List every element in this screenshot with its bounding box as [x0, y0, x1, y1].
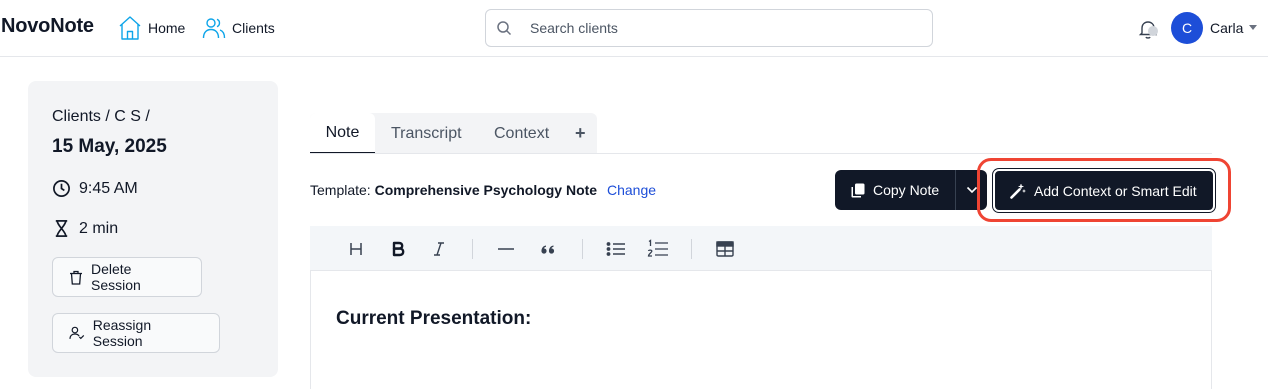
editor-section-heading[interactable]: Current Presentation:: [336, 308, 531, 330]
notification-status-dot: [1148, 26, 1158, 36]
table-icon: [716, 241, 734, 257]
change-template-link[interactable]: Change: [607, 182, 656, 198]
numbered-list-button[interactable]: [646, 237, 670, 261]
heading-button[interactable]: [344, 237, 368, 261]
user-check-icon: [69, 326, 85, 340]
search-icon: [497, 21, 512, 36]
horizontal-rule-icon: [498, 248, 514, 250]
numbered-list-icon: [647, 239, 668, 257]
copy-icon: [851, 183, 865, 197]
template-prefix: Template:: [310, 182, 371, 198]
editor-toolbar: [310, 226, 1212, 271]
trash-icon: [69, 270, 82, 285]
search-input[interactable]: [530, 20, 910, 36]
horizontal-rule-button[interactable]: [494, 237, 518, 261]
session-details-panel: Clients / C S / 15 May, 2025 9:45 AM 2 m…: [28, 81, 278, 377]
user-name[interactable]: Carla: [1210, 20, 1243, 36]
session-time: 9:45 AM: [79, 179, 138, 197]
hourglass-icon: [55, 220, 68, 237]
chevron-down-icon: [966, 186, 977, 194]
nav-home-link[interactable]: Home: [118, 14, 185, 42]
session-duration: 2 min: [79, 219, 119, 237]
italic-icon: [434, 242, 444, 256]
nav-clients-label: Clients: [232, 20, 275, 36]
toolbar-divider: [472, 239, 473, 259]
quote-button[interactable]: [536, 237, 560, 261]
toolbar-divider: [691, 239, 692, 259]
tab-transcript[interactable]: Transcript: [391, 113, 462, 154]
search-box[interactable]: [485, 9, 933, 47]
tab-note[interactable]: Note: [310, 113, 375, 154]
copy-note-button-group: Copy Note: [835, 170, 987, 210]
copy-note-label: Copy Note: [873, 182, 940, 198]
note-editor[interactable]: Current Presentation:: [310, 271, 1212, 389]
magic-wand-icon: [1010, 182, 1026, 199]
session-date: 15 May, 2025: [52, 136, 167, 157]
delete-session-button[interactable]: Delete Session: [52, 257, 202, 297]
user-avatar[interactable]: C: [1171, 12, 1203, 44]
app-logo[interactable]: NovoNote: [1, 15, 94, 38]
template-name: Comprehensive Psychology Note: [374, 182, 598, 198]
add-context-smart-edit-button[interactable]: Add Context or Smart Edit: [993, 169, 1215, 212]
toolbar-divider: [582, 239, 583, 259]
breadcrumb[interactable]: Clients / C S /: [52, 108, 150, 126]
top-navigation-bar: NovoNote Home Clients C Carla: [0, 0, 1268, 57]
reassign-session-label: Reassign Session: [92, 317, 152, 349]
users-icon: [202, 18, 226, 39]
home-icon: [119, 16, 141, 40]
note-tabs: Note Transcript Context +: [310, 113, 597, 154]
add-tab-button[interactable]: +: [575, 113, 586, 154]
copy-note-button[interactable]: Copy Note: [835, 170, 955, 210]
bold-icon: [392, 241, 405, 257]
reassign-session-button[interactable]: Reassign Session: [52, 313, 220, 353]
tabs-divider: [310, 153, 1212, 154]
bullet-list-icon: [606, 242, 625, 256]
user-menu-chevron-down-icon[interactable]: [1249, 25, 1257, 30]
quote-icon: [541, 245, 555, 254]
bold-button[interactable]: [386, 237, 410, 261]
session-duration-row: 2 min: [52, 219, 118, 238]
nav-clients-link[interactable]: Clients: [202, 14, 275, 42]
template-info: Template: Comprehensive Psychology Note …: [310, 182, 656, 198]
italic-button[interactable]: [427, 237, 451, 261]
nav-home-label: Home: [148, 20, 186, 36]
session-time-row: 9:45 AM: [52, 179, 138, 198]
bullet-list-button[interactable]: [604, 237, 628, 261]
table-button[interactable]: [713, 237, 737, 261]
heading-icon: [350, 243, 362, 255]
delete-session-label: Delete Session: [90, 261, 141, 293]
tab-context[interactable]: Context: [494, 113, 549, 154]
add-context-smart-edit-label: Add Context or Smart Edit: [1034, 182, 1197, 199]
clock-icon: [53, 180, 70, 197]
